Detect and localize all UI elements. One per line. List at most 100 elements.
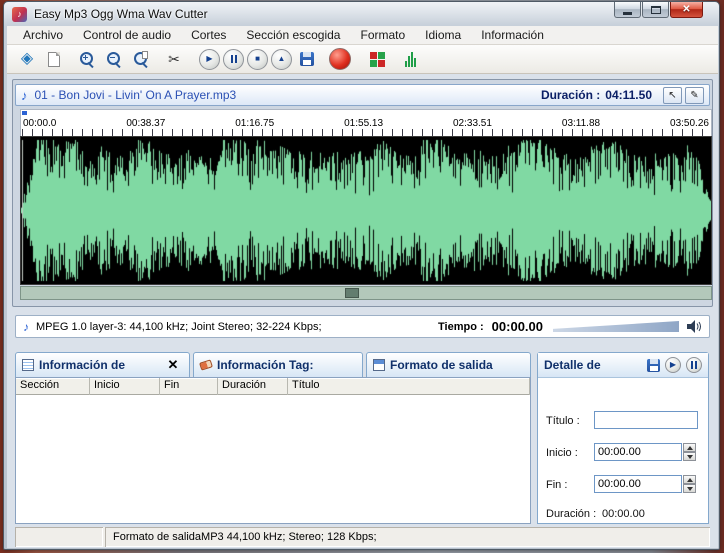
tick-label: 02:33.51 <box>453 118 492 129</box>
equalizer-button[interactable] <box>398 47 422 71</box>
sections-table: Sección Inicio Fin Duración Título <box>15 377 531 524</box>
app-window: ♪ Easy Mp3 Ogg Wma Wav Cutter ✕ Archivo … <box>3 1 720 550</box>
pause-button[interactable] <box>223 48 244 70</box>
select-cursor-button[interactable]: ↖ <box>663 86 682 104</box>
inicio-spinner <box>683 443 696 461</box>
pencil-icon: ✎ <box>690 89 699 101</box>
channels-button[interactable] <box>365 47 389 71</box>
zoom-out-button[interactable] <box>102 47 126 71</box>
tab-label: Información de <box>39 358 126 372</box>
column-header-titulo[interactable]: Título <box>288 378 530 395</box>
maximize-icon <box>650 5 661 14</box>
footer-output-format: Formato de salidaMP3 44,100 kHz; Stereo;… <box>105 527 710 547</box>
speaker-icon[interactable] <box>687 320 702 333</box>
save-button[interactable] <box>295 47 319 71</box>
tick-label: 03:11.88 <box>561 118 601 129</box>
detail-play-button[interactable]: ▶ <box>665 357 681 373</box>
duration-value: 04:11.50 <box>605 88 652 102</box>
scrollbar-thumb[interactable] <box>345 288 360 298</box>
column-header-inicio[interactable]: Inicio <box>90 378 160 395</box>
menu-archivo[interactable]: Archivo <box>13 26 73 44</box>
section-list-icon <box>22 359 34 371</box>
maximize-button[interactable] <box>642 2 669 18</box>
detail-play-icon: ▶ <box>669 360 677 369</box>
detail-save-button[interactable] <box>647 358 660 372</box>
new-file-button[interactable] <box>42 47 66 71</box>
time-label: Tiempo : <box>438 320 484 333</box>
open-button[interactable]: ◈ <box>15 47 39 71</box>
inicio-spinner-down[interactable] <box>683 452 696 461</box>
fin-spinner-up[interactable] <box>683 475 696 484</box>
menu-informacion[interactable]: Información <box>471 26 554 44</box>
inicio-label: Inicio : <box>546 447 578 459</box>
spinner-up-icon <box>686 445 693 450</box>
status-note-icon: ♪ <box>23 319 29 334</box>
waveform-scrollbar[interactable] <box>20 286 712 300</box>
detail-body: Título : Inicio : Fin : Duración : 00:00… <box>538 378 708 522</box>
fin-label: Fin : <box>546 479 568 491</box>
detail-header: Detalle de ▶ <box>538 353 708 378</box>
stop-button[interactable]: ■ <box>247 48 268 70</box>
zoom-fit-button[interactable] <box>129 47 153 71</box>
menu-idioma[interactable]: Idioma <box>415 26 471 44</box>
footer-cell-empty <box>15 527 103 547</box>
tab-formato-de-salida[interactable]: Formato de salida <box>366 352 531 378</box>
tab-label: Formato de salida <box>390 358 493 372</box>
minimize-button[interactable] <box>614 2 641 18</box>
open-file-icon: ◈ <box>20 50 34 67</box>
spinner-down-icon <box>686 486 693 491</box>
detail-pause-icon <box>691 361 697 369</box>
table-header-row: Sección Inicio Fin Duración Título <box>16 378 530 395</box>
menu-seccion-escogida[interactable]: Sección escogida <box>236 26 350 44</box>
duracion-label: Duración : <box>546 508 597 520</box>
spinner-down-icon <box>686 454 693 459</box>
volume-slider[interactable] <box>553 321 679 332</box>
fin-spinner <box>683 475 696 493</box>
menu-cortes[interactable]: Cortes <box>181 26 236 44</box>
edit-tag-button[interactable]: ✎ <box>685 86 704 104</box>
column-header-duracion[interactable]: Duración <box>218 378 288 395</box>
tab-close-icon[interactable]: ✕ <box>163 357 183 373</box>
scissors-icon: ✂ <box>168 51 180 67</box>
tab-informacion-de-seccion[interactable]: Información de ✕ <box>15 352 190 378</box>
waveform-display[interactable] <box>20 136 712 285</box>
zoom-in-button[interactable] <box>75 47 99 71</box>
inicio-spinner-up[interactable] <box>683 443 696 452</box>
menu-bar: Archivo Control de audio Cortes Sección … <box>7 26 718 45</box>
record-button[interactable] <box>328 47 352 71</box>
cut-button[interactable]: ✂ <box>162 47 186 71</box>
tab-label: Información Tag: <box>217 358 314 372</box>
tab-informacion-tag[interactable]: Información Tag: <box>193 352 363 378</box>
new-file-icon <box>48 51 60 67</box>
eject-button[interactable]: ▲ <box>271 48 292 70</box>
inicio-input[interactable] <box>594 443 682 461</box>
table-body[interactable] <box>16 395 530 523</box>
fin-input[interactable] <box>594 475 682 493</box>
toolbar: ◈ ✂ ▶ ■ ▲ <box>7 45 718 74</box>
tick-label: 00:38.37 <box>126 118 166 129</box>
eject-icon: ▲ <box>277 54 286 63</box>
titulo-input[interactable] <box>594 411 698 429</box>
time-ruler[interactable]: 00:00.0 00:38.37 01:16.75 01:55.13 02:33… <box>20 116 712 136</box>
play-button[interactable]: ▶ <box>199 48 220 70</box>
position-marker[interactable] <box>22 111 27 115</box>
close-button[interactable]: ✕ <box>670 2 703 18</box>
marker-lane[interactable] <box>20 109 712 116</box>
column-header-seccion[interactable]: Sección <box>16 378 90 395</box>
ruler-labels: 00:00.0 00:38.37 01:16.75 01:55.13 02:33… <box>21 116 711 129</box>
menu-formato[interactable]: Formato <box>350 26 415 44</box>
output-format-icon <box>373 359 385 371</box>
detail-pause-button[interactable] <box>686 357 702 373</box>
column-header-fin[interactable]: Fin <box>160 378 218 395</box>
equalizer-icon <box>404 51 416 67</box>
menu-control-de-audio[interactable]: Control de audio <box>73 26 181 44</box>
tag-eraser-icon <box>199 359 213 371</box>
waveform-canvas[interactable] <box>21 137 711 284</box>
save-icon <box>300 52 314 66</box>
minimize-icon <box>623 11 632 15</box>
tick-label: 01:16.75 <box>235 118 275 129</box>
ruler-tick-marks <box>22 129 710 136</box>
titulo-label: Título : <box>546 415 580 427</box>
zoom-out-icon <box>106 51 123 68</box>
fin-spinner-down[interactable] <box>683 484 696 493</box>
